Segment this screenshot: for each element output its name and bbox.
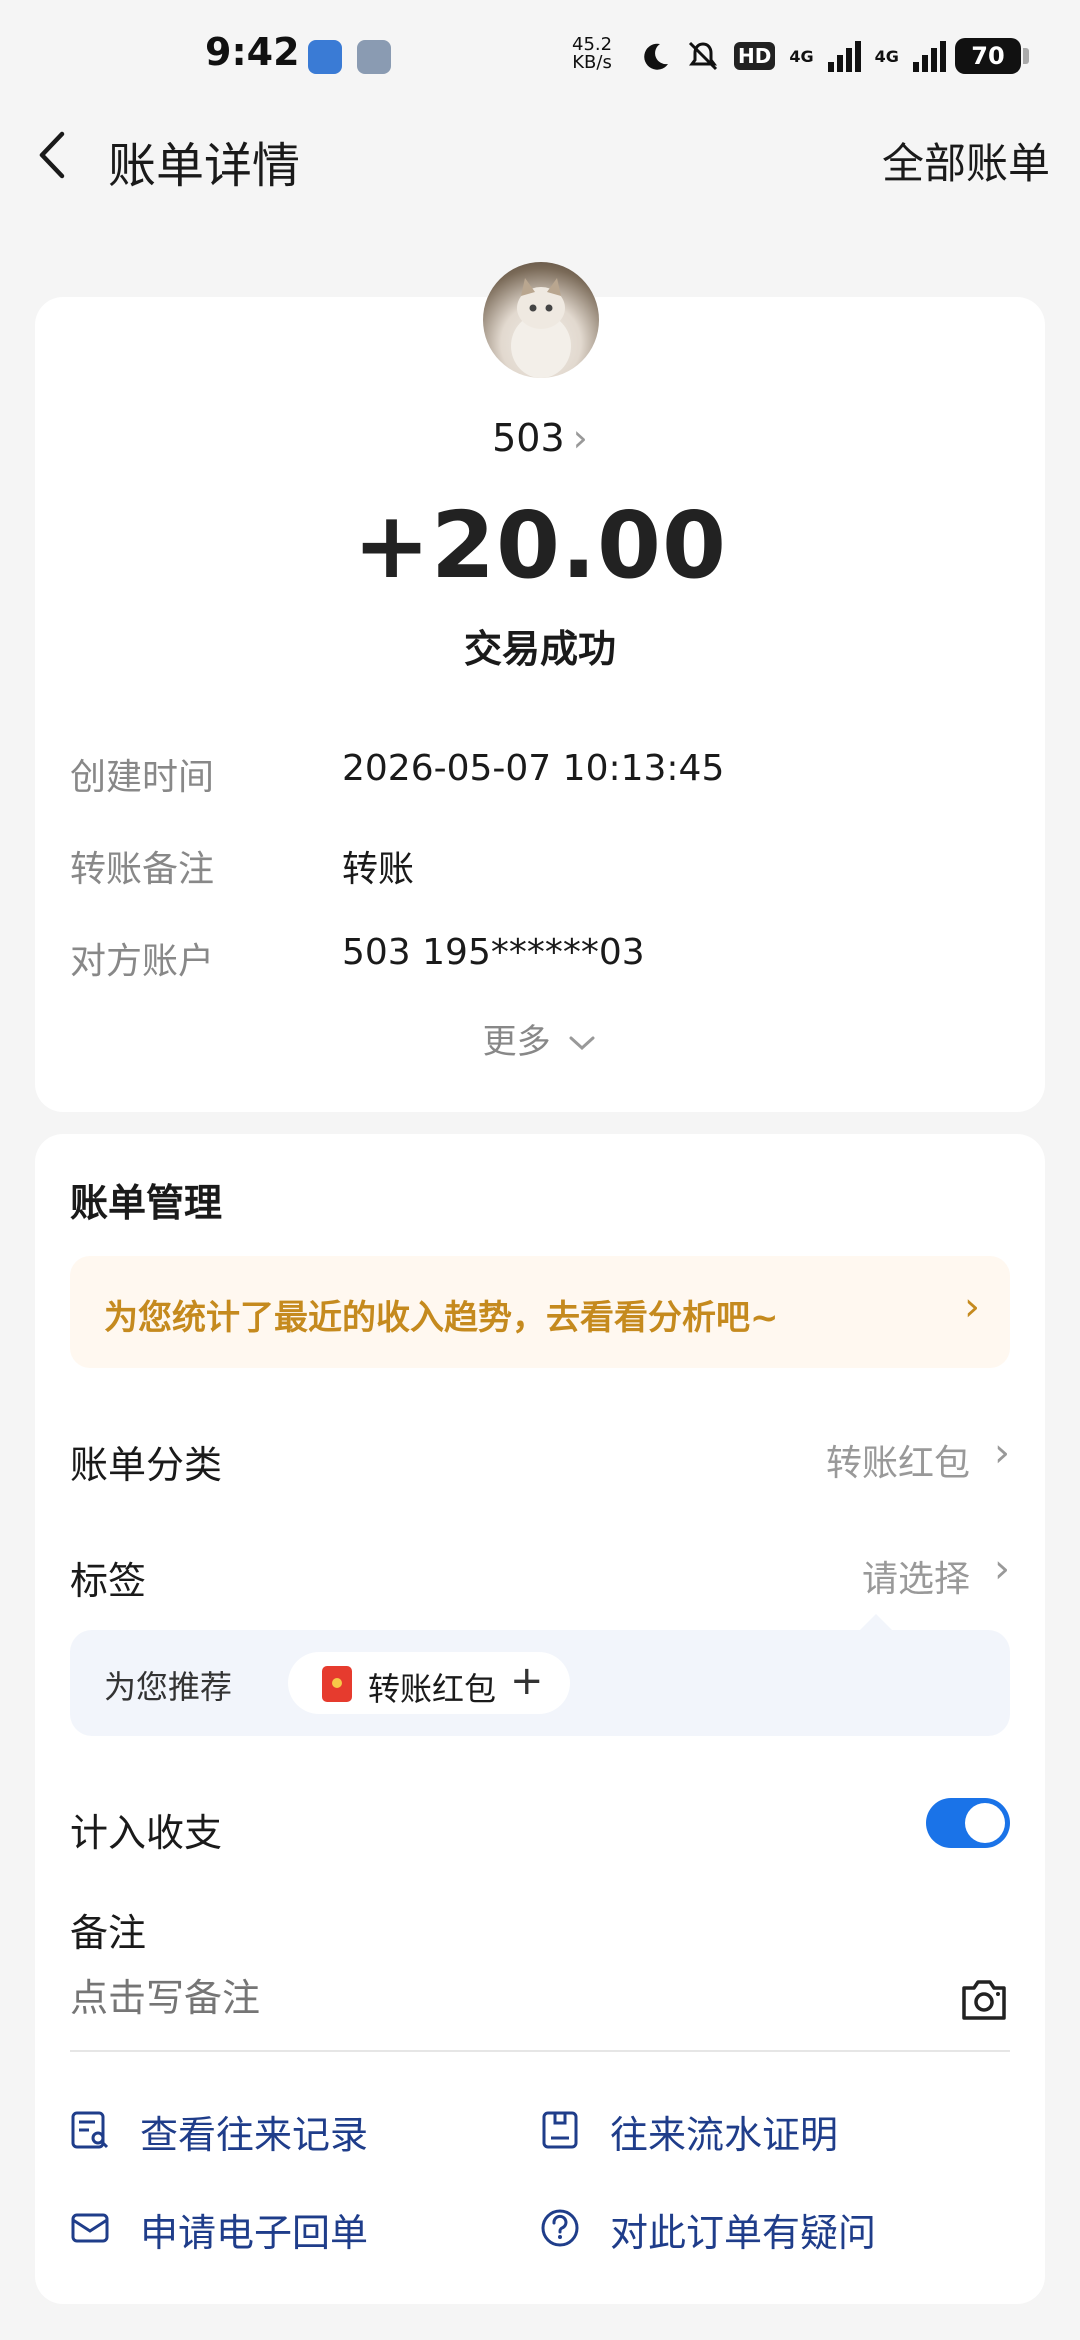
section-title: 账单管理 — [70, 1181, 223, 1225]
signal-label-2: 4G — [874, 46, 899, 66]
red-envelope-icon — [322, 1666, 352, 1702]
status-icons: HD 4G 4G — [640, 34, 946, 78]
statement-proof-link[interactable]: 往来流水证明 — [540, 2104, 880, 2157]
order-question-link[interactable]: 对此订单有疑问 — [540, 2202, 920, 2255]
include-toggle[interactable] — [926, 1798, 1010, 1848]
status-time: 9:42 — [205, 30, 300, 74]
category-value: 转账红包 — [825, 1443, 970, 1484]
camera-icon[interactable] — [958, 1976, 1010, 2024]
tag-row[interactable]: 标签 请选择 › — [70, 1542, 1010, 1603]
mute-bell-icon — [688, 41, 718, 71]
link-label: 查看往来记录 — [140, 2113, 369, 2157]
chip-label: 转账红包 — [368, 1670, 497, 1708]
envelope-icon — [71, 2213, 109, 2243]
recommend-label: 为您推荐 — [104, 1668, 233, 1706]
tag-label: 标签 — [70, 1559, 147, 1603]
recommend-tag-chip[interactable]: 转账红包 + — [288, 1652, 570, 1714]
signal-bars-1-icon — [827, 40, 861, 72]
link-label: 往来流水证明 — [610, 2113, 839, 2157]
toggle-knob — [965, 1803, 1005, 1843]
document-search-icon — [71, 2111, 109, 2149]
chevron-right-icon: › — [572, 416, 588, 460]
tools-notification-icon — [357, 40, 391, 74]
more-label: 更多 — [482, 1022, 551, 1062]
signal-label-1: 4G — [789, 46, 814, 66]
status-bar: 9:42 45.2 KB/s HD 4G 4G 70 — [0, 0, 1080, 110]
detail-label: 转账备注 — [70, 849, 215, 890]
category-label: 账单分类 — [70, 1443, 223, 1487]
detail-value: 2026-05-07 10:13:45 — [342, 748, 725, 789]
battery-level: 70 — [955, 38, 1029, 74]
network-speed: 45.2 KB/s — [572, 36, 612, 72]
signal-bars-2-icon — [912, 40, 946, 72]
detail-label: 创建时间 — [70, 757, 215, 798]
more-button[interactable]: 更多 — [0, 1014, 1080, 1063]
detail-value: 503 195******03 — [342, 932, 645, 973]
link-label: 对此订单有疑问 — [610, 2211, 877, 2255]
bill-category-row[interactable]: 账单分类 转账红包 › — [70, 1426, 1010, 1487]
chevron-right-icon: › — [994, 1430, 1010, 1476]
electronic-receipt-link[interactable]: 申请电子回单 — [70, 2202, 410, 2255]
note-input[interactable] — [70, 1976, 930, 2020]
note-title: 备注 — [70, 1911, 147, 1955]
banner-text: 为您统计了最近的收入趋势，去看看分析吧~ — [104, 1298, 779, 1338]
include-in-stats-row: 计入收支 — [70, 1794, 1010, 1855]
chevron-right-icon: › — [964, 1284, 980, 1330]
income-trend-banner[interactable]: 为您统计了最近的收入趋势，去看看分析吧~ › — [70, 1256, 1010, 1368]
tag-value: 请选择 — [861, 1559, 970, 1600]
plus-icon: + — [510, 1658, 544, 1704]
divider — [70, 2050, 1010, 2052]
detail-label: 对方账户 — [70, 941, 215, 982]
transaction-amount: +20.00 — [352, 492, 728, 599]
detail-value: 转账 — [342, 849, 415, 890]
payer-name-row[interactable]: 503 › — [0, 416, 1080, 460]
back-arrow-icon[interactable] — [30, 128, 80, 182]
chevron-down-icon — [569, 1036, 595, 1051]
chevron-right-icon: › — [994, 1546, 1010, 1592]
question-circle-icon — [541, 2209, 579, 2247]
app-notification-icon — [308, 40, 342, 74]
payer-name: 503 — [492, 416, 565, 460]
link-label: 申请电子回单 — [140, 2211, 369, 2255]
moon-icon — [644, 43, 668, 70]
hd-voice-badge: HD — [734, 42, 776, 70]
nav-bar: 账单详情 全部账单 — [0, 110, 1080, 200]
page-title: 账单详情 — [108, 138, 301, 194]
transaction-status: 交易成功 — [463, 627, 616, 671]
all-bills-link[interactable]: 全部账单 — [882, 130, 1050, 191]
document-proof-icon — [542, 2111, 578, 2149]
include-label: 计入收支 — [70, 1811, 223, 1855]
avatar[interactable] — [483, 262, 599, 378]
view-records-link[interactable]: 查看往来记录 — [70, 2104, 410, 2157]
recommend-box: 为您推荐 转账红包 + — [70, 1614, 1010, 1736]
cat-avatar-icon — [511, 278, 571, 378]
network-speed-unit: KB/s — [572, 52, 612, 73]
